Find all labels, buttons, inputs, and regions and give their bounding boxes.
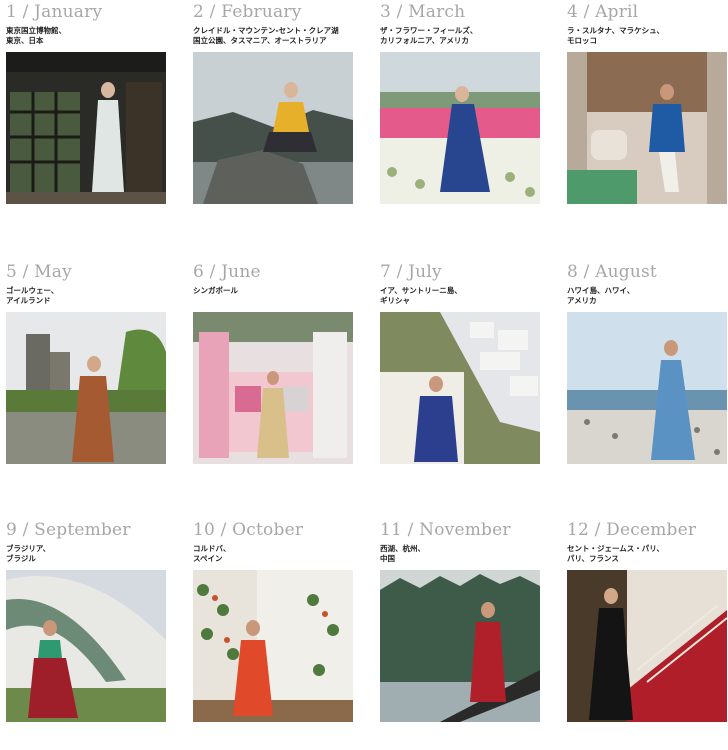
month-location: クレイドル・マウンテン-セント・クレア湖 国立公園、タスマニア、オーストラリア [193,26,339,45]
month-title: 9 / September [6,520,131,540]
month-title: 5 / May [6,262,72,282]
month-location: シンガポール [193,286,238,295]
month-location: イア、サントリーニ島、 ギリシャ [380,286,462,305]
month-location: コルドバ、 スペイン [193,544,231,563]
month-card-april[interactable]: 4 / April ラ・スルタナ、マラケシュ、 モロッコ [561,2,728,232]
month-title: 1 / January [6,2,103,22]
month-location: 西湖、杭州、 中国 [380,544,425,563]
month-card-june[interactable]: 6 / June シンガポール [187,262,359,492]
month-card-may[interactable]: 5 / May ゴールウェー、 アイルランド [0,262,172,492]
month-title: 10 / October [193,520,304,540]
month-photo-september [6,570,166,722]
month-photo-january [6,52,166,204]
month-photo-july [380,312,540,464]
month-title: 3 / March [380,2,466,22]
month-photo-may [6,312,166,464]
month-title: 7 / July [380,262,442,282]
month-title: 4 / April [567,2,639,22]
month-title: 11 / November [380,520,511,540]
month-title: 8 / August [567,262,657,282]
month-card-january[interactable]: 1 / January 東京国立博物館、 東京、日本 [0,2,172,232]
month-location: 東京国立博物館、 東京、日本 [6,26,66,45]
month-card-december[interactable]: 12 / December セント・ジェームス・パリ、 パリ、フランス [561,520,728,750]
month-photo-march [380,52,540,204]
month-photo-august [567,312,727,464]
month-card-september[interactable]: 9 / September ブラジリア、 ブラジル [0,520,172,750]
month-photo-june [193,312,353,464]
month-photo-october [193,570,353,722]
month-location: ゴールウェー、 アイルランド [6,286,59,305]
calendar-grid: 1 / January 東京国立博物館、 東京、日本 2 / February … [0,0,728,722]
month-card-february[interactable]: 2 / February クレイドル・マウンテン-セント・クレア湖 国立公園、タ… [187,2,359,232]
month-location: ラ・スルタナ、マラケシュ、 モロッコ [567,26,664,45]
month-card-october[interactable]: 10 / October コルドバ、 スペイン [187,520,359,750]
month-location: ザ・フラワー・フィールズ、 カリフォルニア、アメリカ [380,26,478,45]
month-photo-april [567,52,727,204]
month-location: ブラジリア、 ブラジル [6,544,51,563]
month-location: ハワイ島、ハワイ、 アメリカ [567,286,635,305]
month-card-november[interactable]: 11 / November 西湖、杭州、 中国 [374,520,546,750]
month-title: 6 / June [193,262,261,282]
month-photo-december [567,570,727,722]
month-location: セント・ジェームス・パリ、 パリ、フランス [567,544,664,563]
month-title: 12 / December [567,520,697,540]
month-card-august[interactable]: 8 / August ハワイ島、ハワイ、 アメリカ [561,262,728,492]
month-card-march[interactable]: 3 / March ザ・フラワー・フィールズ、 カリフォルニア、アメリカ [374,2,546,232]
month-photo-november [380,570,540,722]
month-card-july[interactable]: 7 / July イア、サントリーニ島、 ギリシャ [374,262,546,492]
month-title: 2 / February [193,2,302,22]
month-photo-february [193,52,353,204]
